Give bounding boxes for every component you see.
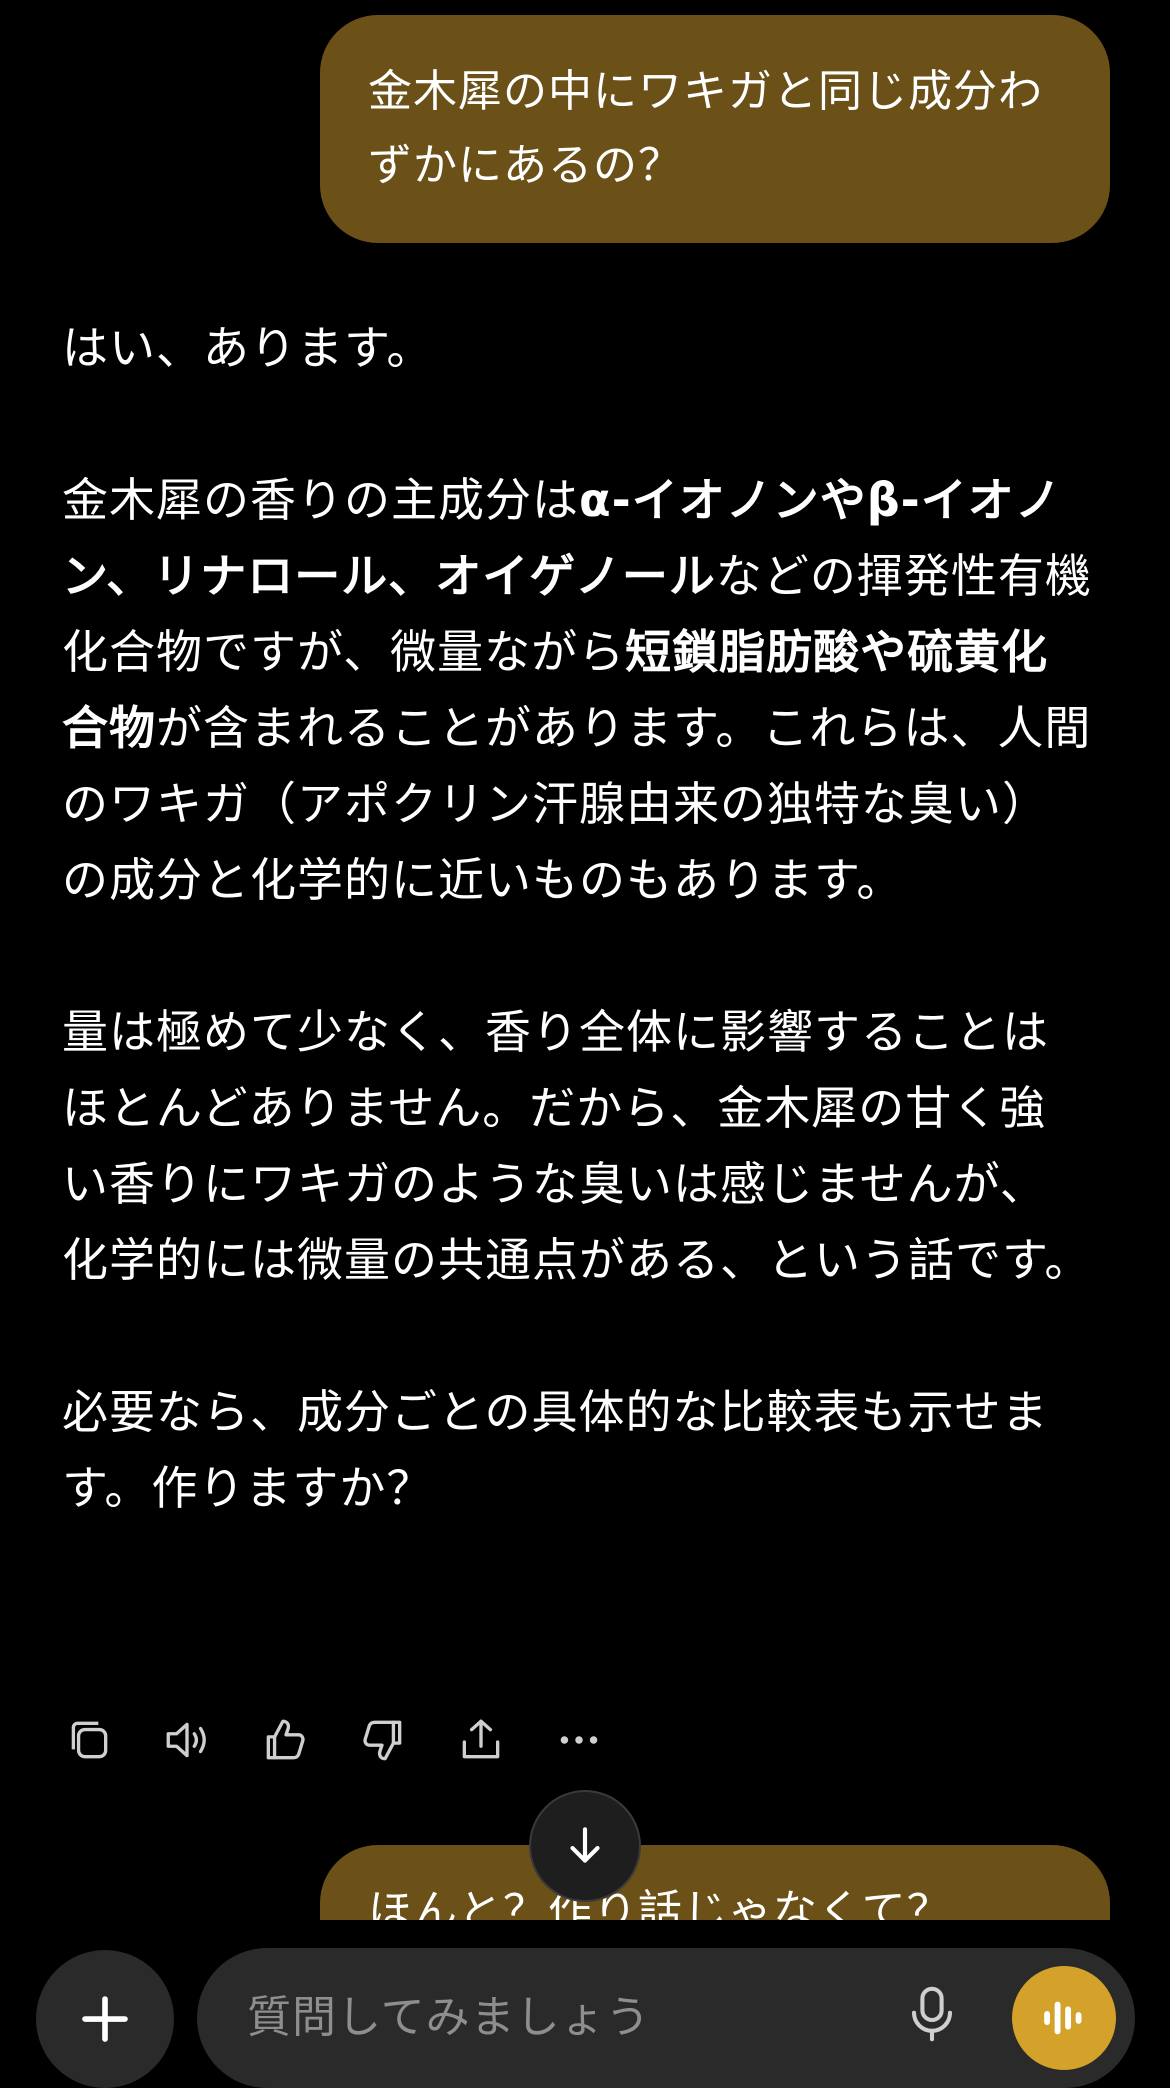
microphone-icon <box>911 1986 953 2042</box>
assistant-message: はい、あります。 金木犀の香りの主成分はα-イオノンやβ-イオノン、リナロール、… <box>62 310 1092 1526</box>
voice-waveform-icon <box>1044 2001 1082 2035</box>
read-aloud-icon <box>166 1722 206 1758</box>
assistant-text: が含まれることがあります。これらは、人間のワキガ（アポクリン汗腺由来の独特な臭い… <box>62 701 1092 907</box>
message-input[interactable] <box>245 1976 809 2058</box>
voice-mode-button[interactable] <box>1012 1966 1116 2070</box>
scroll-to-bottom-button[interactable] <box>529 1790 641 1902</box>
attach-button[interactable] <box>36 1950 174 2088</box>
more-icon <box>560 1736 598 1744</box>
dictation-button[interactable] <box>897 1974 967 2054</box>
assistant-paragraph: 必要なら、成分ごとの具体的な比較表も示せます。作りますか？ <box>62 1385 1049 1515</box>
like-button[interactable] <box>258 1713 312 1767</box>
composer <box>197 1948 1135 2088</box>
thumbs-down-icon <box>363 1720 402 1761</box>
user-message-bubble: 金木犀の中にワキガと同じ成分わずかにあるの？ <box>320 15 1110 243</box>
thumbs-up-icon <box>266 1719 305 1760</box>
message-actions <box>62 1705 606 1775</box>
copy-button[interactable] <box>62 1713 116 1767</box>
assistant-paragraph: はい、あります。 <box>62 321 434 375</box>
more-button[interactable] <box>552 1713 606 1767</box>
assistant-paragraph: 金木犀の香りの主成分はα-イオノンやβ-イオノン、リナロール、オイゲノールなどの… <box>62 462 1092 918</box>
dislike-button[interactable] <box>356 1713 410 1767</box>
user-message-text: 金木犀の中にワキガと同じ成分わずかにあるの？ <box>368 66 1043 191</box>
read-aloud-button[interactable] <box>160 1713 214 1767</box>
assistant-text: 金木犀の香りの主成分は <box>62 473 579 527</box>
share-button[interactable] <box>454 1713 508 1767</box>
arrow-down-icon <box>570 1827 600 1863</box>
plus-icon <box>82 1996 128 2042</box>
assistant-paragraph: 量は極めて少なく、香り全体に影響することはほとんどありません。だから、金木犀の甘… <box>62 1005 1092 1287</box>
copy-icon <box>71 1721 108 1759</box>
share-icon <box>462 1719 500 1759</box>
